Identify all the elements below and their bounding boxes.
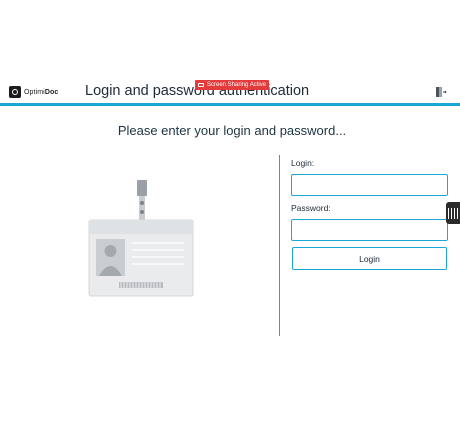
login-prompt: Please enter your login and password... [117,123,347,138]
header-divider [0,103,460,106]
vertical-divider [279,155,280,336]
id-badge-illustration [88,180,194,297]
optimidoc-logo: OptimiDoc [9,86,58,98]
side-panel-handle-icon[interactable] [446,202,460,224]
login-input[interactable] [291,174,448,196]
screen-share-icon [198,83,204,87]
logo-text: OptimiDoc [24,88,59,96]
screen-sharing-label: Screen Sharing Active [207,82,267,88]
login-button[interactable]: Login [292,247,447,270]
password-input[interactable] [291,219,448,241]
screen-sharing-badge: Screen Sharing Active [195,80,270,90]
logout-door-icon[interactable] [435,86,447,98]
login-label: Login: [291,158,315,168]
optimidoc-logo-icon [9,86,21,98]
password-label: Password: [291,203,331,213]
